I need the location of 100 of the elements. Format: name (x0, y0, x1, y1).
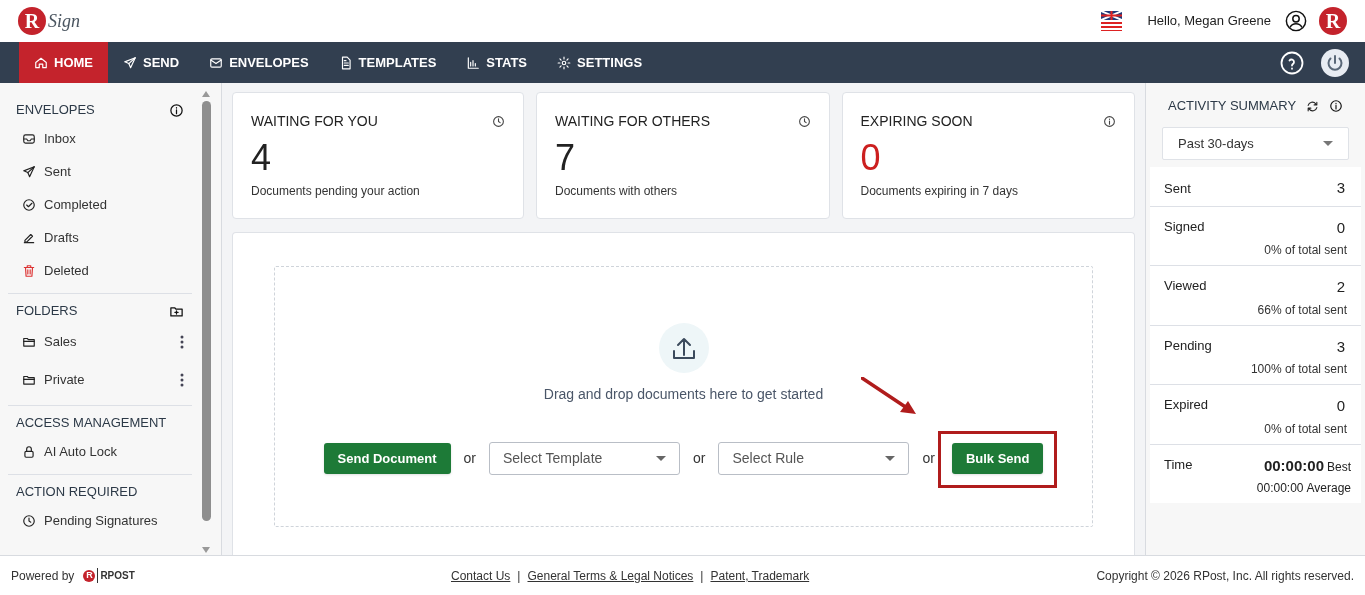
stat-value: 3 (1336, 336, 1345, 357)
separator-text: or (922, 449, 935, 468)
user-greeting: Hello, Megan Greene (1147, 12, 1271, 31)
stat-label: Pending (1164, 336, 1212, 355)
settings-icon (557, 55, 572, 70)
sidebar-item[interactable]: Pending Signatures (22, 510, 158, 531)
card-caption: Documents pending your action (251, 183, 421, 200)
caret-icon (655, 456, 666, 461)
section-title: ACTION REQUIRED (16, 483, 138, 502)
link-separator: | (700, 567, 704, 585)
copyright-text: Copyright © 2026 RPost, Inc. All rights reserved. (1096, 567, 1354, 585)
more-icon[interactable] (180, 335, 184, 349)
best-time: 00:00:00 (1263, 455, 1324, 476)
caret-icon (1323, 141, 1333, 146)
average-time: 00:00:00 (1256, 480, 1304, 497)
info-icon (169, 102, 184, 118)
paper-plane-icon (123, 55, 137, 70)
check-circle-icon (22, 197, 36, 212)
stat-value: 3 (1336, 178, 1345, 198)
stat-value: 2 (1336, 277, 1345, 297)
nav-tab[interactable]: SEND (108, 42, 195, 83)
sidebar-item[interactable]: Drafts (22, 227, 79, 248)
stat-label: Time (1164, 455, 1193, 474)
sidebar-item[interactable]: Deleted (22, 260, 89, 281)
scroll-up-icon[interactable] (202, 91, 210, 97)
help-icon[interactable] (1280, 50, 1304, 75)
card-title: WAITING FOR YOU (251, 112, 378, 131)
nav-tab[interactable]: TEMPLATES (323, 42, 452, 83)
lock-icon (22, 444, 36, 459)
power-icon[interactable] (1321, 48, 1349, 77)
info-icon (1329, 99, 1343, 113)
stat-note: 0% of total sent (1264, 242, 1347, 259)
inbox-icon (22, 131, 36, 146)
section-title: ACCESS MANAGEMENT (16, 414, 167, 433)
bar-chart-icon (466, 55, 481, 70)
sidebar-item[interactable]: Inbox (22, 128, 76, 149)
select-field[interactable]: Select Rule (718, 442, 910, 475)
upload-icon (658, 323, 709, 373)
clock-icon (492, 115, 505, 128)
folder-icon (22, 373, 36, 387)
refresh-icon[interactable] (1306, 99, 1319, 113)
panel-title: ACTIVITY SUMMARY (1168, 97, 1297, 116)
logo: R Sign (18, 7, 80, 35)
footer-link[interactable]: Patent, Trademark (710, 566, 810, 585)
stat-value: 0 (1336, 396, 1345, 416)
card-title: WAITING FOR OTHERS (555, 112, 711, 131)
footer-link[interactable]: Contact Us (451, 566, 511, 585)
folder-icon (22, 335, 36, 349)
bulk-send-button[interactable]: Bulk Send (951, 443, 1044, 474)
separator-text: or (463, 449, 476, 468)
sidebar-item[interactable]: Sent (22, 161, 71, 182)
best-label: Best (1327, 458, 1351, 476)
avatar[interactable]: R (1319, 7, 1347, 35)
stat-label: Sent (1164, 179, 1191, 198)
scroll-down-icon[interactable] (202, 547, 210, 553)
annotation-arrow (861, 377, 917, 415)
separator-text: or (692, 449, 706, 468)
powered-by-text: Powered by (11, 567, 75, 585)
card-count: 0 (860, 136, 882, 180)
card-title: EXPIRING SOON (860, 112, 973, 131)
more-icon[interactable] (180, 373, 184, 387)
flag-icon (1101, 11, 1123, 31)
drop-prompt: Drag and drop documents here to get started (543, 385, 824, 404)
caret-icon (885, 456, 896, 461)
home-icon (34, 55, 48, 70)
sidebar-item[interactable]: AI Auto Lock (22, 441, 117, 462)
sidebar-item[interactable]: Private (22, 370, 85, 390)
link-separator: | (517, 567, 521, 585)
sidebar-item[interactable]: Sales (22, 332, 77, 352)
info-icon (1103, 115, 1116, 128)
nav-tab[interactable]: HOME (19, 42, 108, 83)
stat-label: Viewed (1164, 277, 1207, 295)
send-document-button[interactable]: Send Document (323, 443, 451, 474)
stat-note: 0% of total sent (1264, 420, 1347, 438)
paper-plane-icon (22, 164, 36, 179)
user-icon[interactable] (1285, 10, 1307, 32)
trash-icon (22, 263, 36, 278)
stat-note: 66% of total sent (1257, 301, 1347, 319)
nav-tab[interactable]: STATS (451, 42, 543, 83)
stat-value: 0 (1336, 217, 1345, 238)
average-label: Average (1306, 480, 1351, 497)
card-count: 4 (251, 136, 273, 180)
sidebar-item[interactable]: Completed (22, 194, 107, 215)
card-count: 7 (555, 136, 577, 180)
section-title: ENVELOPES (16, 101, 95, 120)
scrollbar[interactable] (200, 91, 212, 553)
card-caption: Documents with others (555, 183, 679, 200)
nav-tab[interactable]: SETTINGS (542, 42, 658, 83)
clock-icon (22, 513, 36, 528)
select-field[interactable]: Select Template (488, 442, 680, 475)
drop-zone[interactable]: Drag and drop documents here to get started Send Document or Select Template or Select Rule or Bulk Send (274, 266, 1093, 527)
card-caption: Documents expiring in 7 days (860, 183, 1019, 200)
nav-tab[interactable]: ENVELOPES (194, 42, 324, 83)
clock-icon (797, 115, 811, 128)
stat-note: 100% of total sent (1250, 361, 1347, 378)
section-title: FOLDERS (16, 302, 78, 321)
envelope-icon (209, 55, 224, 70)
footer-link[interactable]: General Terms & Legal Notices (527, 566, 694, 585)
stat-label: Expired (1164, 396, 1209, 414)
period-select[interactable]: Past 30-days (1162, 127, 1349, 160)
